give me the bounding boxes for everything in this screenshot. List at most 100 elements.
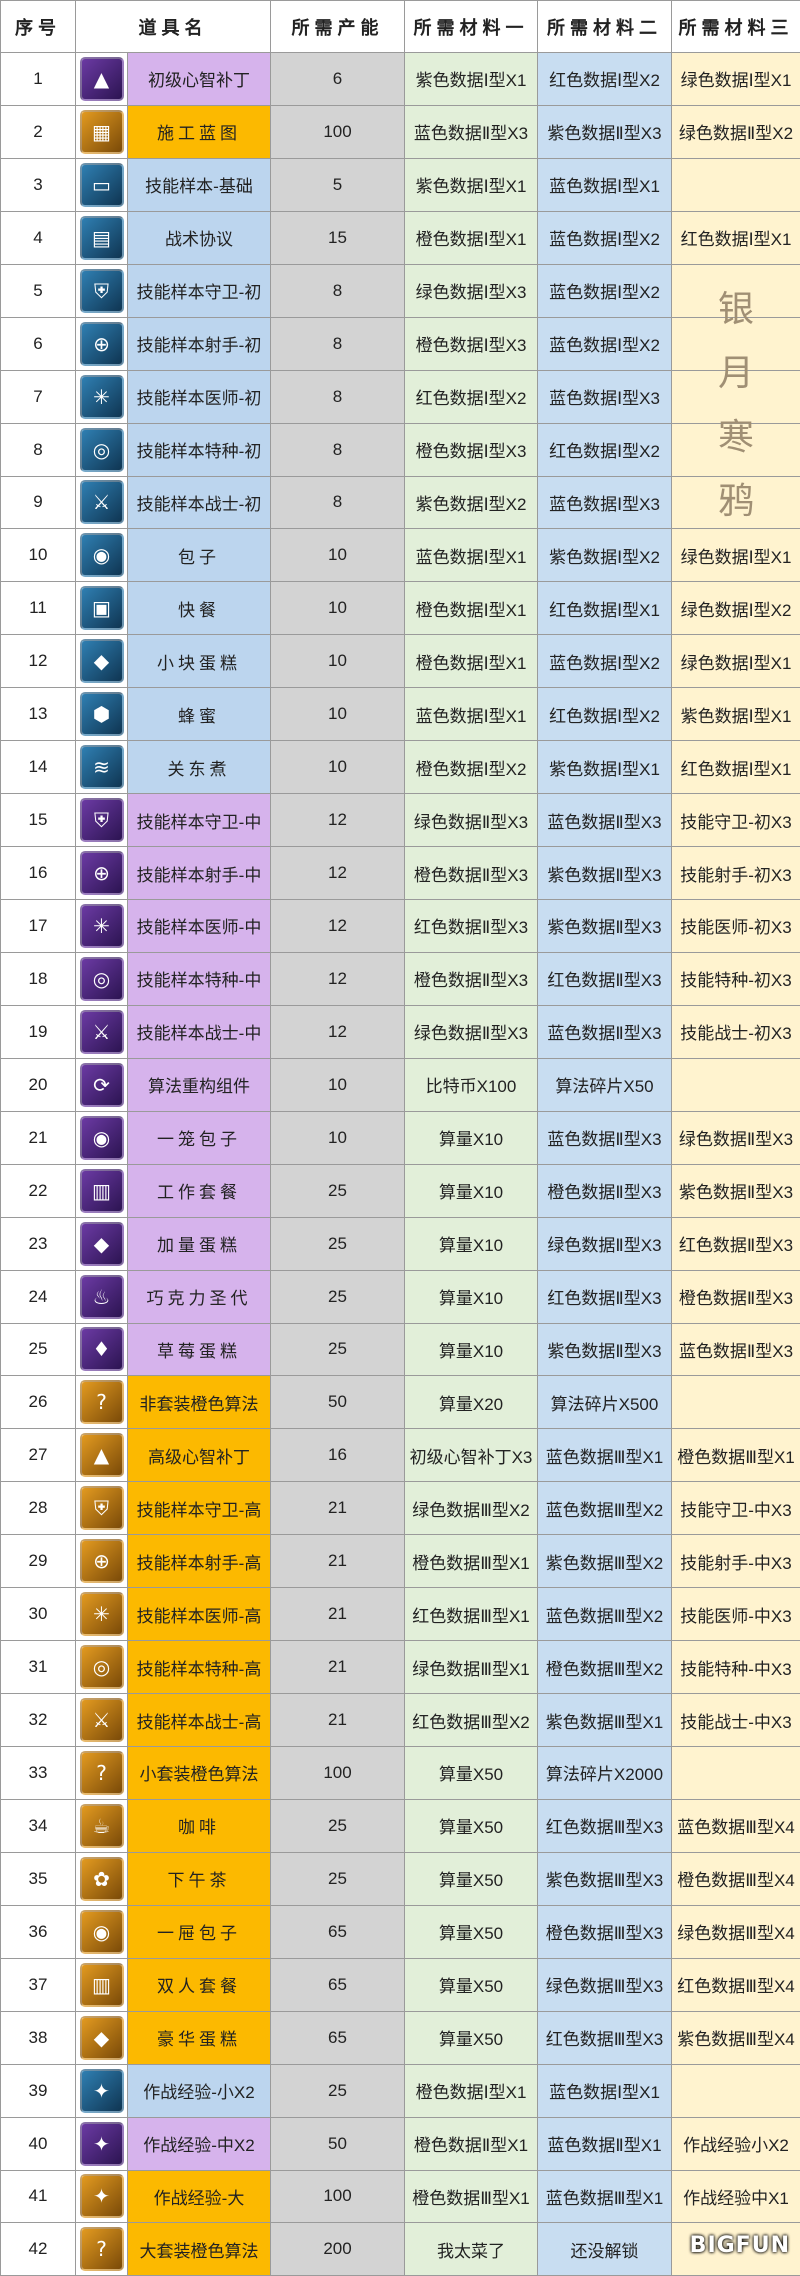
question-icon: ? (80, 1751, 124, 1795)
item-name: 高级心智补丁 (128, 1429, 271, 1482)
row-number: 36 (1, 1905, 76, 1958)
item-name: 技能样本射手-初 (128, 317, 271, 370)
warrior-icon: ⚔ (80, 480, 124, 524)
item-icon-cell: ⛨ (76, 264, 128, 317)
material-2: 蓝色数据Ⅲ型X1 (538, 1429, 672, 1482)
table-row: 36◉一屉包子65算量X50橙色数据Ⅲ型X3绿色数据Ⅲ型X4 (1, 1905, 800, 1958)
item-name: 技能样本守卫-中 (128, 794, 271, 847)
table-row: 3▭技能样本-基础5紫色数据Ⅰ型X1蓝色数据Ⅰ型X1 (1, 158, 800, 211)
material-3: 绿色数据Ⅰ型X1 (672, 635, 800, 688)
row-number: 26 (1, 1376, 76, 1429)
item-icon-cell: ⛨ (76, 794, 128, 847)
material-2: 紫色数据Ⅱ型X3 (538, 847, 672, 900)
item-name: 技能样本守卫-高 (128, 1482, 271, 1535)
material-3: 技能特种-初X3 (672, 952, 800, 1005)
material-1: 算量X10 (405, 1323, 538, 1376)
material-2: 橙色数据Ⅲ型X3 (538, 1905, 672, 1958)
item-icon-cell: ◆ (76, 2011, 128, 2064)
production-cost: 5 (271, 158, 405, 211)
production-cost: 12 (271, 847, 405, 900)
cake-icon: ◆ (80, 639, 124, 683)
item-name: 技能样本战士-初 (128, 476, 271, 529)
table-row: 40✦作战经验-中X250橙色数据Ⅱ型X1蓝色数据Ⅱ型X1作战经验小X2 (1, 2117, 800, 2170)
item-name: 技能样本特种-初 (128, 423, 271, 476)
table-row: 10◉包子10蓝色数据Ⅰ型X1紫色数据Ⅰ型X2绿色数据Ⅰ型X1 (1, 529, 800, 582)
item-icon-cell: ♦ (76, 1323, 128, 1376)
material-1: 紫色数据Ⅰ型X2 (405, 476, 538, 529)
special-icon: ◎ (80, 428, 124, 472)
item-icon-cell: ◉ (76, 1905, 128, 1958)
row-number: 29 (1, 1535, 76, 1588)
material-1: 红色数据Ⅰ型X2 (405, 370, 538, 423)
row-number: 24 (1, 1270, 76, 1323)
material-1: 橙色数据Ⅲ型X1 (405, 2170, 538, 2223)
production-cost: 8 (271, 317, 405, 370)
material-2: 蓝色数据Ⅰ型X2 (538, 264, 672, 317)
material-3 (672, 317, 800, 370)
item-name: 技能样本医师-高 (128, 1588, 271, 1641)
item-name: 快餐 (128, 582, 271, 635)
production-cost: 16 (271, 1429, 405, 1482)
row-number: 4 (1, 211, 76, 264)
exp-icon: ✦ (80, 2069, 124, 2113)
material-3: 技能战士-初X3 (672, 1005, 800, 1058)
material-1: 橙色数据Ⅰ型X3 (405, 317, 538, 370)
production-cost: 10 (271, 635, 405, 688)
material-1: 算量X10 (405, 1164, 538, 1217)
production-cost: 100 (271, 2170, 405, 2223)
item-name: 作战经验-中X2 (128, 2117, 271, 2170)
item-name: 一笼包子 (128, 1111, 271, 1164)
material-3: 红色数据Ⅰ型X1 (672, 211, 800, 264)
table-body: 1▲初级心智补丁6紫色数据Ⅰ型X1红色数据Ⅰ型X2绿色数据Ⅰ型X12▦施工蓝图1… (1, 53, 800, 2276)
meal-icon: ▥ (80, 1169, 124, 1213)
table-row: 22▥工作套餐25算量X10橙色数据Ⅱ型X3紫色数据Ⅱ型X3 (1, 1164, 800, 1217)
item-icon-cell: ✳ (76, 1588, 128, 1641)
material-1: 橙色数据Ⅲ型X1 (405, 1535, 538, 1588)
material-2: 算法碎片X500 (538, 1376, 672, 1429)
shield-icon: ⛨ (80, 798, 124, 842)
material-3 (672, 423, 800, 476)
table-row: 20⟳算法重构组件10比特币X100算法碎片X50 (1, 1058, 800, 1111)
material-2: 算法碎片X50 (538, 1058, 672, 1111)
production-cost: 21 (271, 1694, 405, 1747)
row-number: 2 (1, 105, 76, 158)
material-1: 算量X50 (405, 2011, 538, 2064)
row-number: 17 (1, 900, 76, 953)
item-name: 巧克力圣代 (128, 1270, 271, 1323)
header-material-3: 所需材料三 (672, 1, 800, 53)
material-3: 绿色数据Ⅱ型X2 (672, 105, 800, 158)
table-row: 4▤战术协议15橙色数据Ⅰ型X1蓝色数据Ⅰ型X2红色数据Ⅰ型X1 (1, 211, 800, 264)
row-number: 12 (1, 635, 76, 688)
item-icon-cell: ⟳ (76, 1058, 128, 1111)
material-3: 橙色数据Ⅲ型X1 (672, 1429, 800, 1482)
item-icon-cell: ◆ (76, 1217, 128, 1270)
item-name: 草莓蛋糕 (128, 1323, 271, 1376)
material-1: 算量X10 (405, 1217, 538, 1270)
material-2: 橙色数据Ⅱ型X3 (538, 1164, 672, 1217)
warrior-icon: ⚔ (80, 1010, 124, 1054)
material-1: 比特币X100 (405, 1058, 538, 1111)
table-row: 33?小套装橙色算法100算量X50算法碎片X2000 (1, 1747, 800, 1800)
production-cost: 10 (271, 1111, 405, 1164)
material-3 (672, 2064, 800, 2117)
shield-icon: ⛨ (80, 1486, 124, 1530)
material-2: 红色数据Ⅰ型X2 (538, 53, 672, 106)
item-name: 算法重构组件 (128, 1058, 271, 1111)
production-cost: 10 (271, 741, 405, 794)
row-number: 9 (1, 476, 76, 529)
material-2: 蓝色数据Ⅱ型X1 (538, 2117, 672, 2170)
item-name: 技能样本医师-中 (128, 900, 271, 953)
material-2: 蓝色数据Ⅰ型X1 (538, 2064, 672, 2117)
production-cost: 50 (271, 2117, 405, 2170)
material-3: 绿色数据Ⅰ型X1 (672, 529, 800, 582)
fastfood-icon: ▣ (80, 586, 124, 630)
material-3 (672, 1058, 800, 1111)
item-icon-cell: ✦ (76, 2170, 128, 2223)
item-icon-cell: ▲ (76, 1429, 128, 1482)
item-name: 小块蛋糕 (128, 635, 271, 688)
material-2: 红色数据Ⅰ型X1 (538, 582, 672, 635)
production-cost: 25 (271, 1270, 405, 1323)
item-name: 战术协议 (128, 211, 271, 264)
meal-icon: ▥ (80, 1963, 124, 2007)
material-3 (672, 370, 800, 423)
